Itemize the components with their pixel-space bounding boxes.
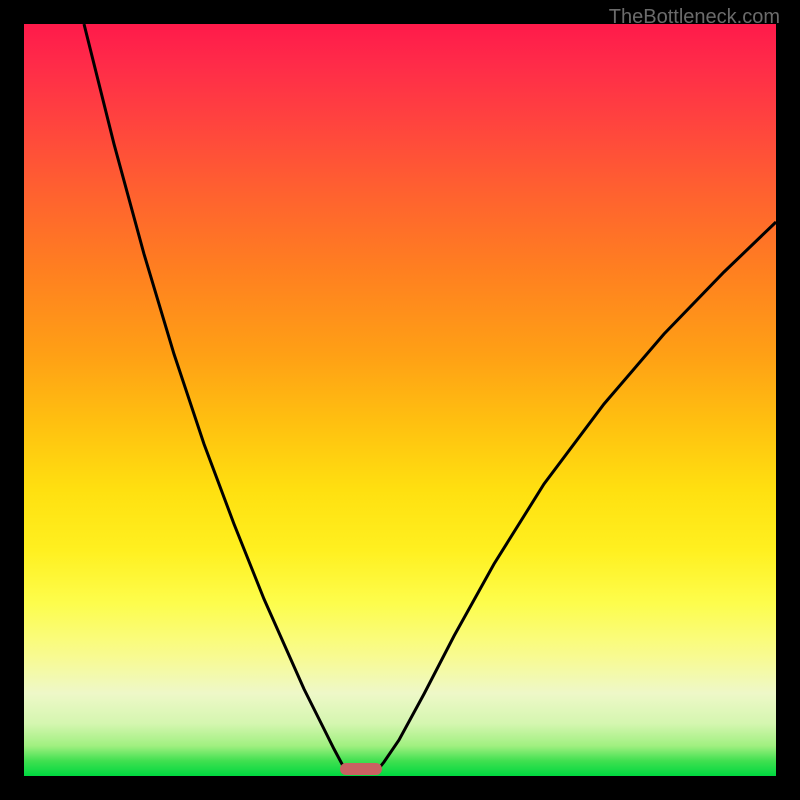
plot-area xyxy=(24,24,776,776)
left-curve xyxy=(84,24,346,772)
watermark-text: TheBottleneck.com xyxy=(609,6,780,29)
right-curve xyxy=(376,222,776,772)
curve-layer xyxy=(24,24,776,776)
bottleneck-marker xyxy=(340,763,382,775)
